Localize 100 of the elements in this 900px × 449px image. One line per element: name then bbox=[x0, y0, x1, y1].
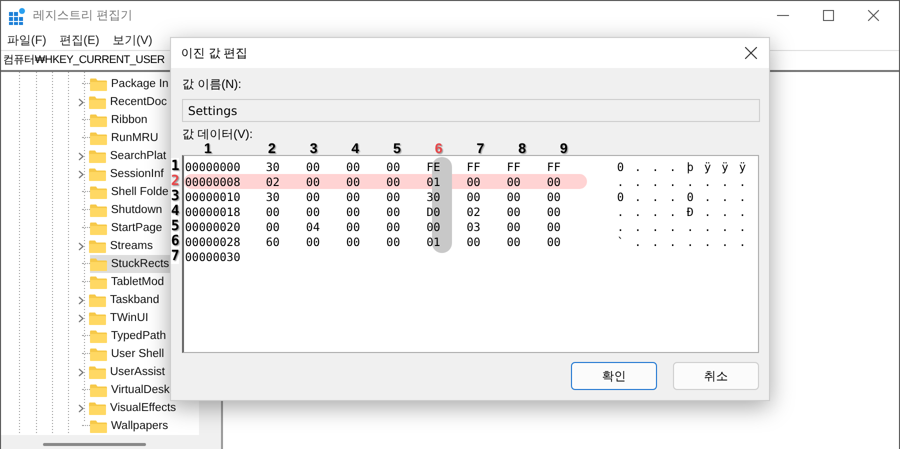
scrollbar-thumb[interactable] bbox=[43, 443, 146, 446]
row-number: 7 bbox=[171, 248, 180, 264]
tree-item[interactable]: User Shell bbox=[90, 345, 166, 363]
hex-byte: 00 bbox=[346, 220, 362, 234]
maximize-icon[interactable] bbox=[823, 10, 834, 21]
ascii-text: `....... bbox=[617, 234, 756, 248]
hex-byte: 02 bbox=[466, 204, 482, 218]
hex-byte: FF bbox=[466, 160, 482, 174]
hex-byte: D0 bbox=[426, 204, 442, 218]
hex-byte: 01 bbox=[426, 174, 442, 188]
column-number: 3 bbox=[310, 141, 318, 155]
hex-byte: 00 bbox=[346, 204, 362, 218]
chevron-icon[interactable] bbox=[78, 98, 84, 106]
hex-offset: 00000018 bbox=[185, 204, 242, 218]
folder-icon bbox=[90, 186, 107, 198]
tree-item[interactable]: Package In bbox=[90, 75, 171, 93]
folder-icon bbox=[90, 258, 107, 270]
tree-item[interactable]: SearchPlat bbox=[89, 147, 168, 165]
hex-byte: 04 bbox=[306, 220, 321, 234]
hex-offset: 00000020 bbox=[185, 220, 242, 234]
hex-byte: 02 bbox=[266, 174, 281, 188]
column-number: 6 bbox=[434, 141, 443, 155]
hex-byte: FF bbox=[546, 160, 562, 174]
hex-byte: 00 bbox=[546, 190, 562, 204]
chevron-icon[interactable] bbox=[78, 368, 84, 376]
hex-byte: 00 bbox=[346, 190, 362, 204]
folder-icon bbox=[90, 420, 107, 432]
close-icon[interactable] bbox=[868, 10, 879, 21]
hex-byte: 00 bbox=[346, 174, 362, 188]
tree-item[interactable]: UserAssist bbox=[89, 363, 167, 381]
tree-item[interactable]: TypedPath bbox=[90, 327, 168, 345]
tree-item[interactable]: VirtualDesk bbox=[90, 381, 172, 399]
hex-byte: 30 bbox=[266, 190, 281, 204]
hex-byte: 00 bbox=[346, 160, 362, 174]
tree-item[interactable]: SessionInf bbox=[89, 165, 166, 183]
ascii-text: ........ bbox=[617, 220, 756, 234]
tree-item[interactable]: VisualEffects bbox=[89, 399, 178, 417]
dialog-title: 이진 값 편집 bbox=[181, 44, 248, 62]
tree-item[interactable]: Streams bbox=[89, 237, 155, 255]
folder-icon bbox=[90, 78, 107, 90]
column-number: 2 bbox=[268, 141, 276, 155]
tree-item[interactable]: Taskband bbox=[89, 291, 162, 309]
menu-item[interactable]: 파일(F) bbox=[7, 32, 46, 48]
column-number: 1 bbox=[204, 141, 212, 155]
column-number: 8 bbox=[518, 141, 526, 155]
value-name-field[interactable]: Settings bbox=[182, 99, 760, 122]
ascii-text: 0...þÿÿÿ bbox=[617, 160, 756, 174]
tree-item[interactable]: TWinUI bbox=[89, 309, 150, 327]
hex-byte: 00 bbox=[386, 234, 402, 248]
value-data-label: 값 데이터(V): bbox=[182, 127, 253, 141]
row-number: 1 bbox=[171, 158, 180, 174]
folder-icon bbox=[89, 312, 106, 324]
hex-byte: 00 bbox=[306, 234, 321, 248]
hex-byte: 60 bbox=[266, 234, 281, 248]
hex-byte: 00 bbox=[306, 204, 321, 218]
hex-offset: 00000008 bbox=[185, 174, 242, 188]
ascii-text: ....Ð... bbox=[617, 204, 756, 218]
hex-byte: 30 bbox=[266, 160, 281, 174]
hex-byte: 00 bbox=[386, 204, 402, 218]
folder-icon bbox=[89, 150, 106, 162]
close-icon[interactable] bbox=[745, 47, 757, 59]
tree-item[interactable]: Shutdown bbox=[90, 201, 164, 219]
tree-item[interactable]: RecentDoc bbox=[89, 93, 169, 111]
chevron-icon[interactable] bbox=[78, 314, 84, 322]
hex-byte: 00 bbox=[346, 234, 362, 248]
menu-item[interactable]: 보기(V) bbox=[112, 32, 152, 48]
tree-item[interactable]: Ribbon bbox=[90, 111, 150, 129]
tree-item[interactable]: Wallpapers bbox=[90, 417, 170, 435]
dialog-button[interactable]: 확인 bbox=[571, 362, 657, 390]
chevron-icon[interactable] bbox=[78, 296, 84, 304]
folder-icon bbox=[90, 384, 107, 396]
tree-item[interactable]: Shell Folde bbox=[90, 183, 171, 201]
chevron-icon[interactable] bbox=[78, 152, 84, 160]
hex-byte: 00 bbox=[386, 220, 402, 234]
hex-byte: 00 bbox=[266, 220, 281, 234]
minimize-icon[interactable] bbox=[777, 14, 789, 16]
column-number: 5 bbox=[393, 141, 401, 155]
folder-icon bbox=[90, 276, 107, 288]
hex-byte: 00 bbox=[466, 190, 482, 204]
hex-byte: 00 bbox=[306, 160, 321, 174]
tree-item[interactable]: TabletMod bbox=[90, 273, 166, 291]
hex-byte: 03 bbox=[466, 220, 482, 234]
chevron-icon[interactable] bbox=[78, 242, 84, 250]
folder-icon bbox=[89, 294, 106, 306]
tree-item[interactable]: StartPage bbox=[90, 219, 164, 237]
hex-byte: 00 bbox=[466, 234, 482, 248]
hex-byte: 00 bbox=[466, 174, 482, 188]
chevron-icon[interactable] bbox=[78, 170, 84, 178]
tree-item[interactable]: StuckRects bbox=[90, 255, 172, 273]
menu-item[interactable]: 편집(E) bbox=[59, 32, 100, 48]
folder-icon bbox=[90, 222, 107, 234]
chevron-icon[interactable] bbox=[78, 404, 84, 412]
hex-byte: 30 bbox=[426, 190, 442, 204]
folder-icon bbox=[90, 330, 107, 342]
dialog-button[interactable]: 취소 bbox=[673, 362, 759, 390]
hex-byte: 00 bbox=[386, 174, 402, 188]
hex-byte: 00 bbox=[306, 174, 321, 188]
tree-item[interactable]: RunMRU bbox=[90, 129, 160, 147]
folder-icon bbox=[90, 114, 107, 126]
folder-icon bbox=[89, 96, 106, 108]
